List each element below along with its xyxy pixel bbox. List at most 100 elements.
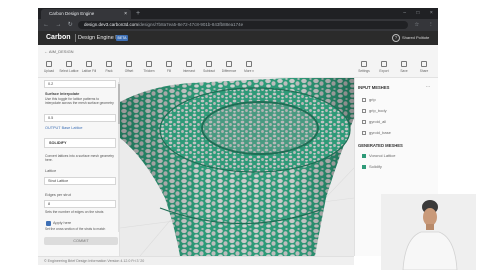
visibility-icon[interactable] bbox=[362, 119, 366, 124]
beta-badge: BETA bbox=[116, 35, 128, 41]
browser-nav: ← → ↻ bbox=[40, 20, 76, 30]
visibility-icon[interactable] bbox=[362, 130, 366, 135]
visibility-icon[interactable] bbox=[362, 164, 366, 169]
header-divider bbox=[75, 34, 76, 42]
more-tools[interactable]: More ▾ bbox=[238, 61, 260, 75]
pack-tool[interactable]: Pack bbox=[98, 61, 120, 75]
share-icon bbox=[421, 61, 427, 67]
maximize-icon[interactable]: □ bbox=[416, 10, 419, 18]
tool-label: Share bbox=[419, 69, 429, 73]
mesh-name: grip bbox=[369, 97, 376, 102]
back-icon[interactable]: ← bbox=[43, 20, 49, 30]
edges-label: Edges per strut bbox=[45, 193, 71, 197]
edges-input[interactable]: 8 bbox=[44, 200, 116, 208]
lattice-render bbox=[120, 78, 354, 256]
gear-icon bbox=[361, 61, 367, 67]
tool-label: Intersect bbox=[182, 69, 196, 73]
solidify-section-header[interactable]: SOLIDIFY bbox=[44, 138, 116, 148]
carbon-logo[interactable]: Carbon bbox=[46, 33, 76, 43]
offset-tool[interactable]: Offset bbox=[118, 61, 140, 75]
presenter-video bbox=[381, 194, 476, 270]
tool-label: Select Lattice bbox=[59, 69, 79, 73]
bookmark-star-icon[interactable]: ☆ bbox=[414, 20, 419, 30]
apply-label: Apply here bbox=[53, 221, 72, 225]
pack-icon bbox=[106, 61, 112, 67]
breadcrumb[interactable]: ← AIM_DESIGN bbox=[44, 48, 124, 55]
reload-icon[interactable]: ↻ bbox=[68, 20, 73, 30]
mesh-name: gyroid_base bbox=[369, 130, 391, 135]
visibility-icon[interactable] bbox=[362, 153, 366, 158]
more-icon bbox=[246, 61, 252, 67]
intersect-icon bbox=[186, 61, 192, 67]
section-title: SOLIDIFY bbox=[49, 141, 67, 145]
tool-label: Fill bbox=[166, 69, 172, 73]
tool-label: Lattice Fill bbox=[81, 69, 97, 73]
input-mesh-row[interactable]: gyroid_base bbox=[362, 129, 391, 136]
upload-tool[interactable]: Upload bbox=[38, 61, 60, 75]
select-lattice-tool[interactable]: Select Lattice bbox=[58, 61, 80, 75]
apply-checkbox[interactable] bbox=[46, 221, 51, 226]
offset-icon bbox=[126, 61, 132, 67]
tool-label: Offset bbox=[124, 69, 134, 73]
visibility-icon[interactable] bbox=[362, 108, 366, 113]
value-field-mid[interactable]: 0.5 bbox=[44, 114, 116, 122]
commit-button[interactable]: COMMIT bbox=[44, 237, 118, 245]
forward-icon[interactable]: → bbox=[55, 20, 61, 30]
tool-label: Difference bbox=[221, 69, 237, 73]
thicken-tool[interactable]: Thicken bbox=[138, 61, 160, 75]
input-mesh-row[interactable]: grip bbox=[362, 96, 376, 103]
upload-icon bbox=[46, 61, 52, 67]
mesh-name: gyroid_all bbox=[369, 119, 387, 124]
browser-tab-title: Carbon Design Engine bbox=[49, 11, 95, 16]
browser-tab[interactable]: Carbon Design Engine × bbox=[41, 9, 131, 19]
lattice-select[interactable]: Strut Lattice bbox=[44, 177, 116, 185]
apply-desc: Set the cross section of the struts to m… bbox=[45, 227, 106, 231]
fill-tool[interactable]: Fill bbox=[158, 61, 180, 75]
subtract-tool[interactable]: Subtract bbox=[198, 61, 220, 75]
minimize-icon[interactable]: – bbox=[403, 10, 406, 18]
close-window-icon[interactable]: × bbox=[430, 10, 433, 18]
fill-shape-icon bbox=[166, 61, 172, 67]
generated-mesh-row[interactable]: Voronoi Lattice bbox=[362, 152, 395, 159]
tab-close-icon[interactable]: × bbox=[124, 9, 127, 19]
mesh-output-label[interactable]: OUTPUT Base Lattice bbox=[45, 126, 115, 131]
generated-mesh-row[interactable]: Solidify bbox=[362, 163, 382, 170]
input-meshes-header: INPUT MESHES bbox=[358, 85, 390, 90]
status-bar: © Engineering Brief Design Information V… bbox=[38, 256, 354, 265]
difference-tool[interactable]: Difference bbox=[218, 61, 240, 75]
settings-tool[interactable]: Settings bbox=[354, 61, 374, 75]
input-mesh-row[interactable]: gyroid_all bbox=[362, 118, 386, 125]
intersect-tool[interactable]: Intersect bbox=[178, 61, 200, 75]
input-mesh-row[interactable]: grip_body bbox=[362, 107, 387, 114]
help-icon[interactable]: ? bbox=[392, 34, 400, 42]
save-icon bbox=[401, 61, 407, 67]
browser-menu-icon[interactable]: ⋮ bbox=[428, 20, 434, 30]
tool-label: Settings bbox=[358, 69, 370, 73]
lattice-fill-tool[interactable]: Lattice Fill bbox=[78, 61, 100, 75]
surface-interpolate-desc: Use this toggle for lattice patterns to … bbox=[45, 97, 114, 105]
lattice-label: Lattice bbox=[45, 169, 57, 173]
presenter-webcam bbox=[381, 194, 476, 270]
mesh-name: Solidify bbox=[369, 164, 382, 169]
tool-label: Pack bbox=[105, 69, 113, 73]
3d-viewport[interactable] bbox=[120, 78, 354, 256]
user-menu[interactable]: Shared Politote bbox=[402, 33, 436, 43]
generated-meshes-header: GENERATED MESHES bbox=[358, 143, 403, 148]
tool-label: Export bbox=[379, 69, 389, 73]
browser-actions: ☆ ⋮ bbox=[410, 20, 438, 30]
value-field-top[interactable]: 0.2 bbox=[44, 80, 116, 88]
mesh-name: Voronoi Lattice bbox=[369, 153, 396, 158]
url-host: design.dev3.carbon3d.com bbox=[84, 22, 139, 27]
input-meshes-more-icon[interactable]: ⋯ bbox=[426, 84, 430, 89]
share-tool[interactable]: Share bbox=[414, 61, 434, 75]
tool-label: Thicken bbox=[143, 69, 155, 73]
url-input[interactable]: design.dev3.carbon3d.com/designs/7b8a7ea… bbox=[78, 21, 408, 29]
save-tool[interactable]: Save bbox=[394, 61, 414, 75]
mesh-name: grip_body bbox=[369, 108, 387, 113]
visibility-icon[interactable] bbox=[362, 97, 366, 102]
thicken-icon bbox=[146, 61, 152, 67]
difference-icon bbox=[226, 61, 232, 67]
new-tab-button[interactable]: + bbox=[133, 9, 143, 19]
edges-desc: Sets the number of edges on the struts bbox=[45, 210, 104, 214]
export-tool[interactable]: Export bbox=[374, 61, 394, 75]
